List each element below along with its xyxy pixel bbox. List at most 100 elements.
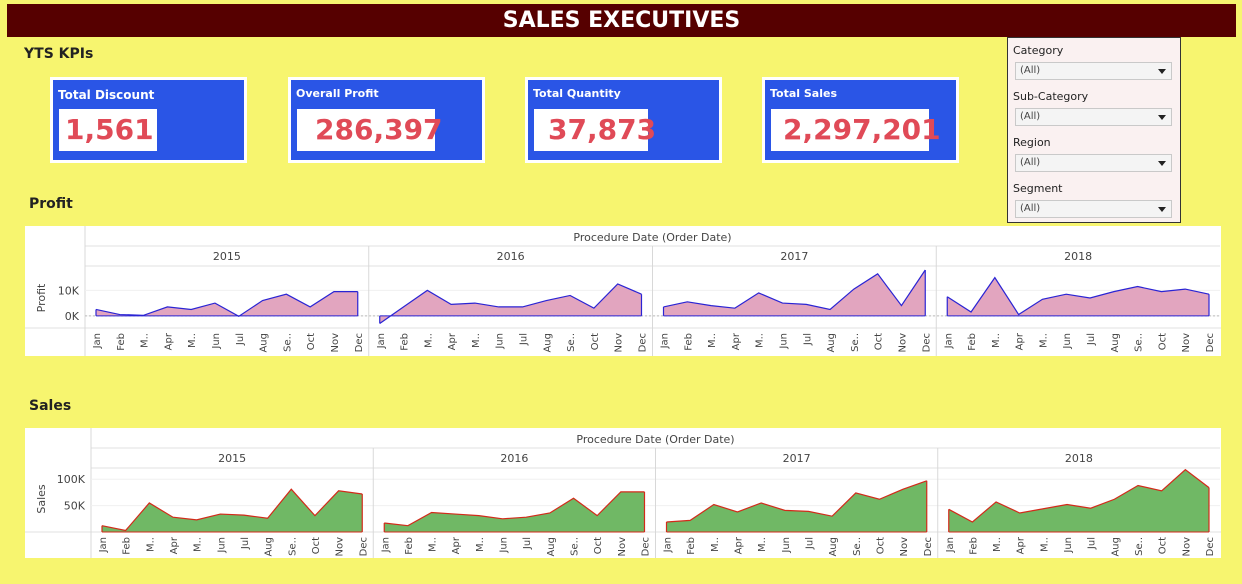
month-tick-label: Nov	[1181, 537, 1192, 557]
month-tick-label: Nov	[897, 333, 908, 353]
month-tick-label: Se..	[850, 333, 861, 352]
dropdown-value: (All)	[1020, 65, 1041, 76]
kpi-value: 286,397	[315, 113, 443, 146]
chevron-down-icon	[1158, 69, 1166, 74]
month-tick-label: Jun	[1062, 333, 1073, 350]
month-tick-label: Apr	[1016, 536, 1027, 554]
kpi-label: Overall Profit	[296, 87, 379, 100]
month-tick-label: M..	[1038, 333, 1049, 348]
filter-panel: Category (All) Sub-Category (All) Region…	[1007, 37, 1181, 223]
kpi-card-overall-profit: Overall Profit 286,397	[288, 77, 485, 163]
month-tick-label: Dec	[921, 333, 932, 352]
kpi-card-total-sales: Total Sales 2,297,201	[762, 77, 959, 163]
y-tick-label: 0K	[65, 310, 80, 323]
month-tick-label: M..	[755, 333, 766, 348]
segment-dropdown[interactable]: (All)	[1015, 200, 1172, 218]
month-tick-label: Oct	[306, 333, 317, 350]
month-tick-label: Nov	[899, 537, 910, 557]
month-tick-label: Jul	[804, 537, 815, 550]
chevron-down-icon	[1158, 115, 1166, 120]
month-tick-label: M..	[757, 537, 768, 552]
month-tick-label: Jul	[240, 537, 251, 550]
month-tick-label: Jan	[663, 537, 674, 553]
month-tick-label: Aug	[1110, 333, 1121, 353]
dashboard-title: SALES EXECUTIVES	[502, 8, 741, 33]
month-tick-label: Oct	[874, 333, 885, 350]
month-tick-label: Apr	[451, 536, 462, 554]
month-tick-label: M..	[423, 333, 434, 348]
month-tick-label: Nov	[330, 333, 341, 353]
month-tick-label: Se..	[282, 333, 293, 352]
kpi-label: Total Quantity	[533, 87, 621, 100]
month-tick-label: M..	[471, 333, 482, 348]
month-tick-label: Aug	[259, 333, 270, 353]
month-tick-label: Jul	[802, 333, 813, 346]
sub-category-dropdown[interactable]: (All)	[1015, 108, 1172, 126]
month-tick-label: Jul	[1086, 333, 1097, 346]
month-tick-label: Feb	[967, 333, 978, 351]
month-tick-label: Jan	[92, 333, 103, 349]
month-tick-label: Oct	[1157, 333, 1168, 350]
dropdown-value: (All)	[1020, 157, 1041, 168]
month-tick-label: Jun	[778, 333, 789, 350]
month-tick-label: Dec	[638, 333, 649, 352]
month-tick-label: Dec	[358, 537, 369, 556]
month-tick-label: M..	[428, 537, 439, 552]
sales-section-title: Sales	[29, 398, 72, 414]
filter-label-region: Region	[1013, 136, 1051, 149]
filter-label-sub-category: Sub-Category	[1013, 90, 1089, 103]
month-tick-label: M..	[992, 537, 1003, 552]
y-tick-label: 10K	[58, 284, 80, 297]
dashboard-title-bar: SALES EXECUTIVES	[7, 4, 1236, 37]
year-label: 2016	[500, 452, 528, 465]
month-tick-label: Jan	[376, 333, 387, 349]
area-fill-2016	[384, 491, 645, 532]
kpi-value: 2,297,201	[783, 113, 941, 146]
y-axis-title: Sales	[35, 484, 48, 514]
month-tick-label: Dec	[923, 537, 934, 556]
profit-chart: Procedure Date (Order Date) Profit 0K 10K 20…	[25, 226, 1221, 356]
month-tick-label: Nov	[617, 537, 628, 557]
kpi-value: 1,561	[65, 113, 154, 146]
month-tick-label: Apr	[447, 332, 458, 350]
region-dropdown[interactable]: (All)	[1015, 154, 1172, 172]
month-tick-label: Oct	[1158, 537, 1169, 554]
chevron-down-icon	[1158, 207, 1166, 212]
month-tick-label: Aug	[264, 537, 275, 557]
month-tick-label: Se..	[570, 537, 581, 556]
y-tick-label: 100K	[57, 473, 86, 486]
month-tick-label: M..	[991, 333, 1002, 348]
chart-header: Procedure Date (Order Date)	[576, 433, 734, 446]
month-tick-label: Feb	[686, 537, 697, 555]
month-tick-label: Jun	[495, 333, 506, 350]
month-tick-label: Jun	[216, 537, 227, 554]
month-tick-label: Se..	[852, 537, 863, 556]
sales-chart-svg: Procedure Date (Order Date) Sales 50K 100K 2…	[25, 428, 1221, 558]
month-tick-label: Apr	[731, 332, 742, 350]
month-tick-label: Jan	[943, 333, 954, 349]
month-tick-label: Nov	[1181, 333, 1192, 353]
kpi-value-box: 1,561	[59, 109, 157, 151]
month-tick-label: Jan	[945, 537, 956, 553]
month-tick-label: Feb	[404, 537, 415, 555]
kpi-label: Total Sales	[770, 87, 838, 100]
sales-chart: Procedure Date (Order Date) Sales 50K 100K 2…	[25, 428, 1221, 558]
month-tick-label: Apr	[169, 536, 180, 554]
area-fill-2015	[102, 489, 363, 532]
month-tick-label: Dec	[1205, 537, 1216, 556]
area-fill-2015	[96, 291, 358, 317]
kpi-value-box: 37,873	[534, 109, 656, 151]
month-tick-label: Jun	[211, 333, 222, 350]
year-label: 2017	[780, 250, 808, 263]
month-tick-label: Dec	[1205, 333, 1216, 352]
month-tick-label: Dec	[641, 537, 652, 556]
month-tick-label: Jan	[380, 537, 391, 553]
dropdown-value: (All)	[1020, 111, 1041, 122]
month-tick-label: Se..	[287, 537, 298, 556]
month-tick-label: M..	[710, 537, 721, 552]
month-tick-label: M..	[475, 537, 486, 552]
month-tick-label: Apr	[163, 332, 174, 350]
area-fill-2018	[947, 277, 1209, 316]
category-dropdown[interactable]: (All)	[1015, 62, 1172, 80]
month-tick-label: M..	[187, 333, 198, 348]
